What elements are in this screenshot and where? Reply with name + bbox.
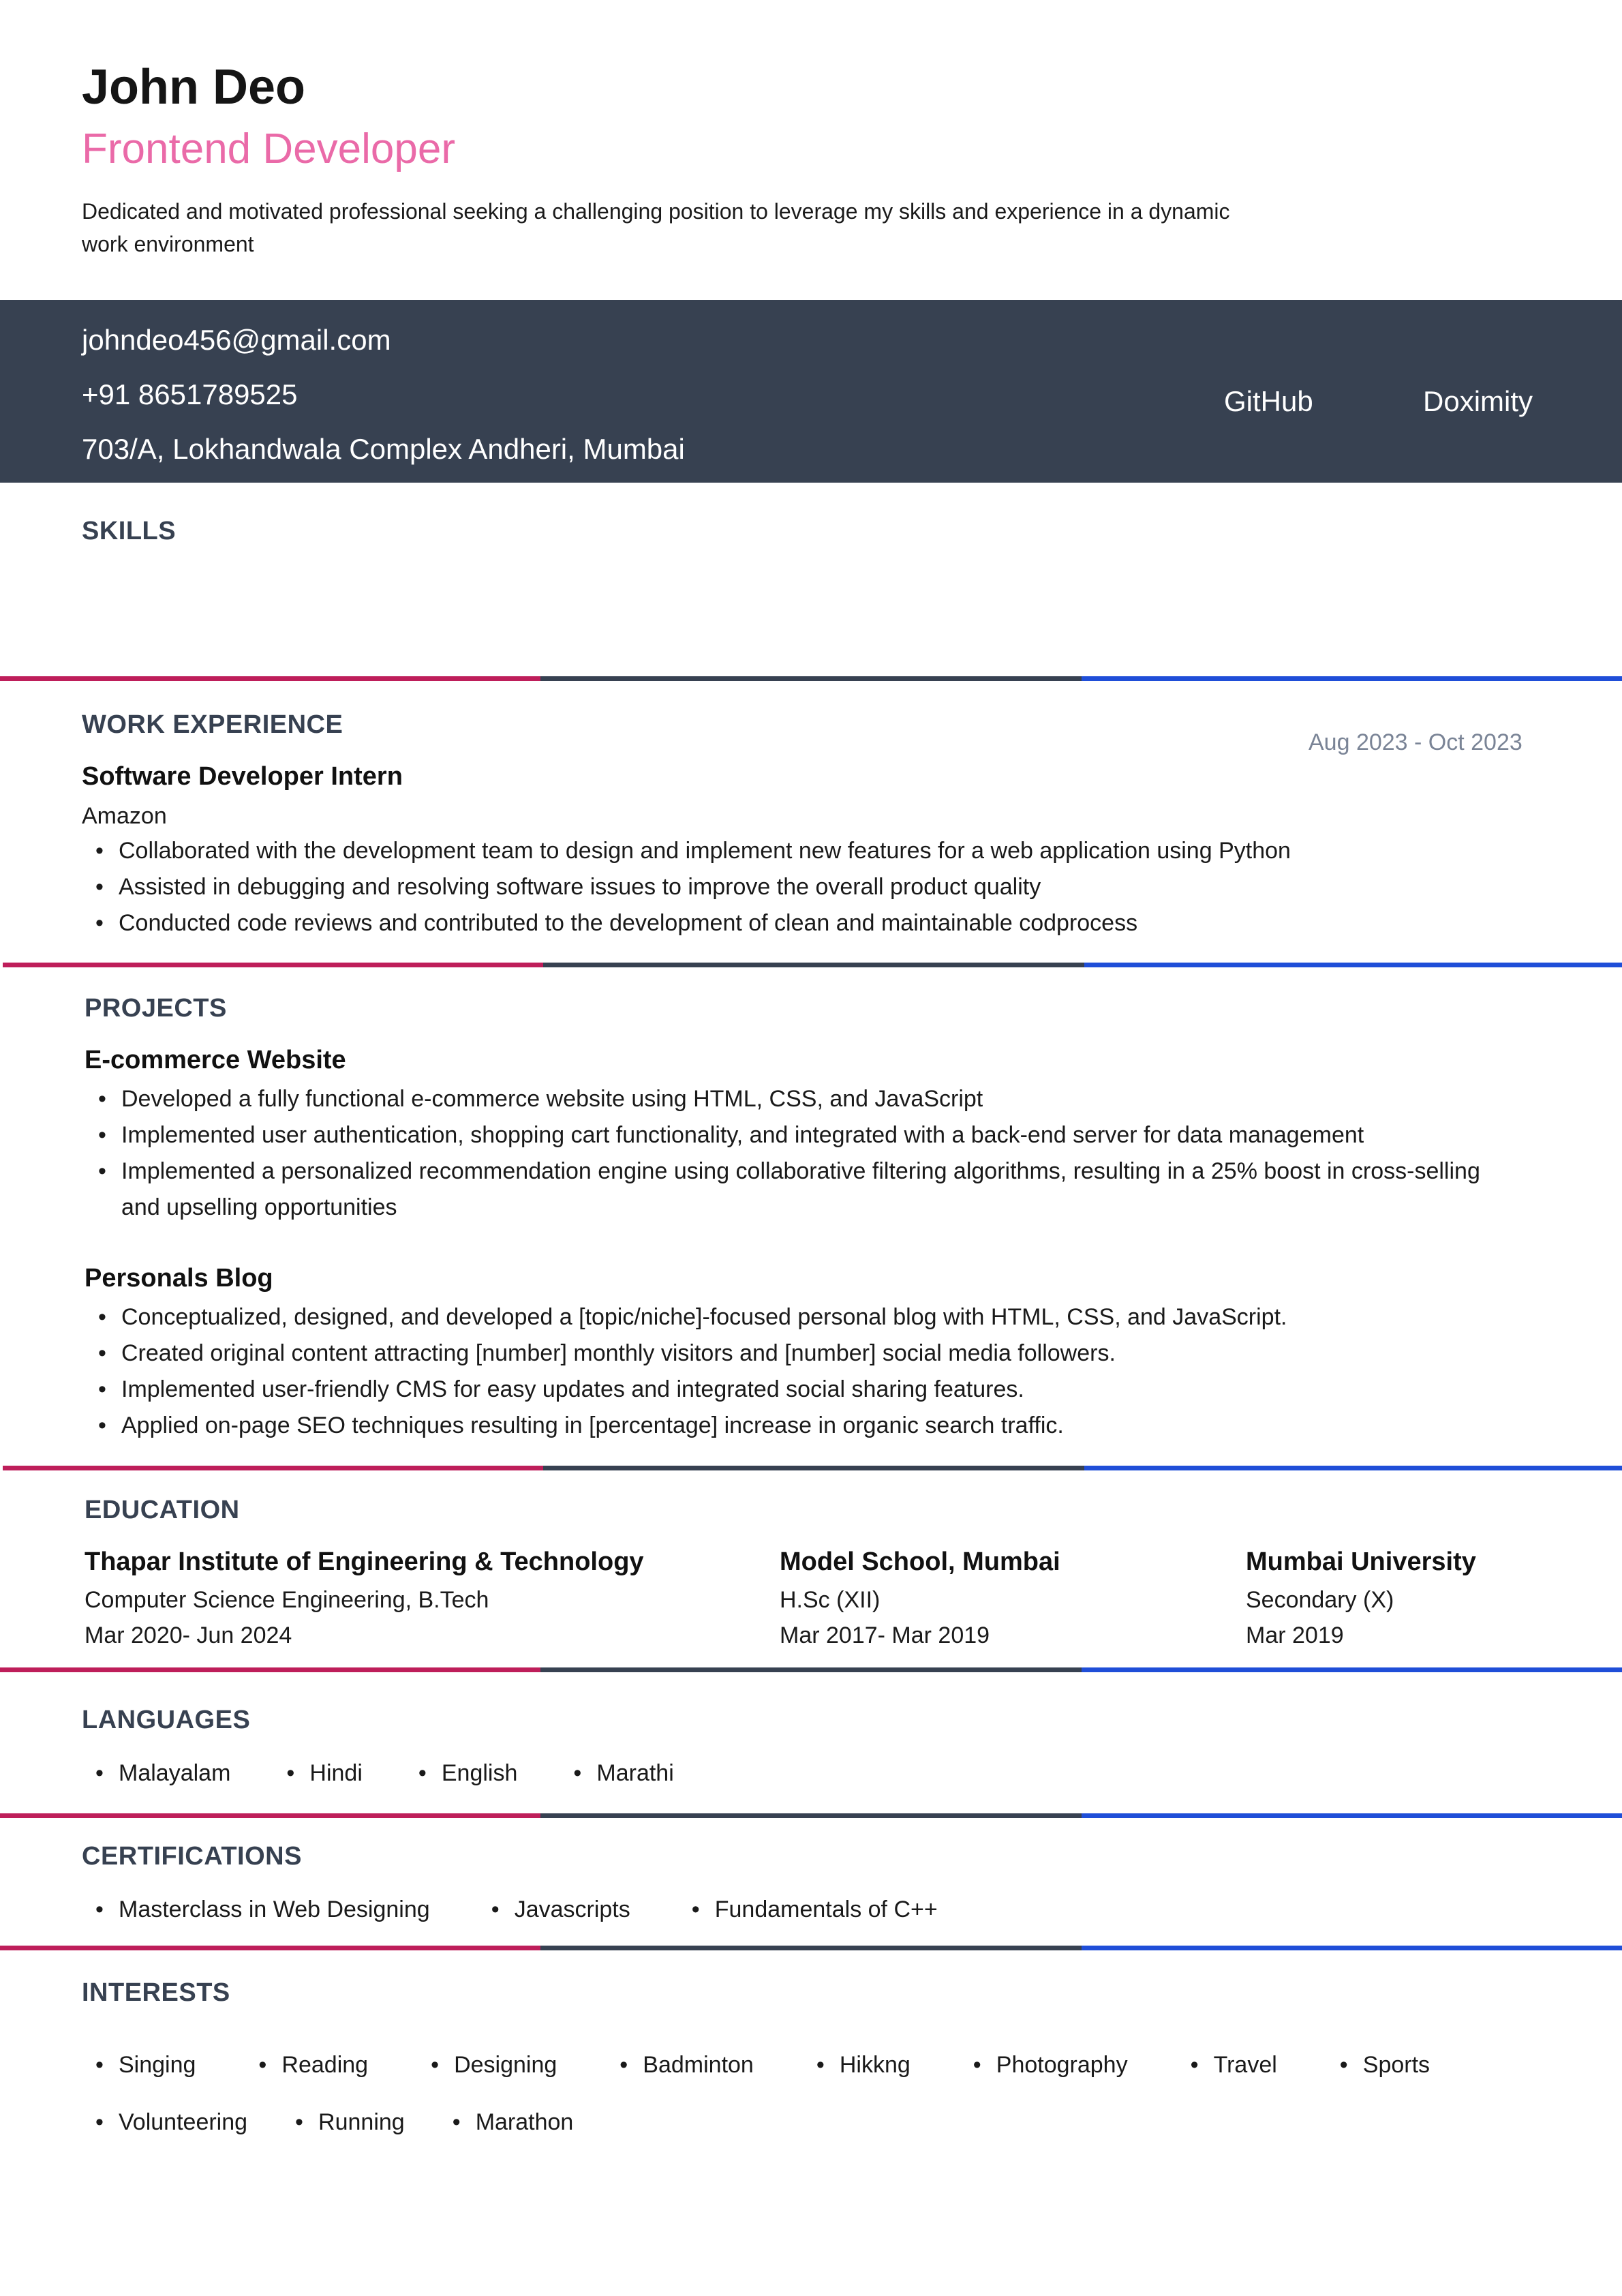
list-item: Photography	[960, 2053, 1128, 2076]
work-experience-heading: WORK EXPERIENCE	[82, 710, 343, 739]
education-heading: EDUCATION	[85, 1496, 240, 1524]
degree-text: Secondary (X)	[1246, 1587, 1394, 1613]
phone-text: +91 8651789525	[82, 378, 298, 410]
section-divider	[0, 1813, 1622, 1818]
project-title: Personals Blog	[85, 1264, 273, 1293]
list-item: Implemented a personalized recommendatio…	[85, 1153, 1502, 1226]
education-dates: Mar 2019	[1246, 1622, 1344, 1648]
list-item: Volunteering	[82, 2111, 247, 2134]
school-name: Thapar Institute of Engineering & Techno…	[85, 1547, 644, 1576]
certifications-heading: CERTIFICATIONS	[82, 1842, 302, 1871]
list-item: Masterclass in Web Designing	[82, 1898, 430, 1921]
school-name: Mumbai University	[1246, 1547, 1476, 1576]
list-item: Designing	[417, 2053, 557, 2076]
list-item: Fundamentals of C++	[678, 1898, 938, 1921]
list-item: Implemented user authentication, shoppin…	[85, 1117, 1502, 1153]
list-item: Marathon	[439, 2111, 574, 2134]
email-text[interactable]: johndeo456@gmail.com	[82, 326, 391, 354]
list-item: Applied on-page SEO techniques resulting…	[85, 1408, 1550, 1444]
company-name: Amazon	[82, 803, 167, 829]
school-name: Model School, Mumbai	[780, 1547, 1060, 1576]
project-bullets: Conceptualized, designed, and developed …	[85, 1299, 1550, 1444]
interests-heading: INTERESTS	[82, 1978, 230, 2007]
list-item: Running	[281, 2111, 405, 2134]
list-item: Collaborated with the development team t…	[82, 833, 1547, 869]
list-item: Travel	[1177, 2053, 1277, 2076]
list-item: Marathi	[560, 1762, 673, 1785]
list-item: Conducted code reviews and contributed t…	[82, 905, 1547, 941]
list-item: Singing	[82, 2053, 196, 2076]
skills-heading: SKILLS	[82, 517, 177, 545]
profile-summary: Dedicated and motivated professional see…	[82, 199, 1230, 256]
section-divider	[3, 1466, 1622, 1470]
projects-heading: PROJECTS	[85, 994, 227, 1023]
list-item: Created original content attracting [num…	[85, 1335, 1550, 1372]
certifications-list: Masterclass in Web Designing Javascripts…	[82, 1898, 938, 1921]
address-text: 703/A, Lokhandwala Complex Andheri, Mumb…	[82, 433, 685, 465]
list-item: Hindi	[273, 1762, 362, 1785]
interests-list: Singing Reading Designing Badminton Hikk…	[82, 2053, 1567, 2134]
list-item: Malayalam	[82, 1762, 230, 1785]
languages-heading: LANGUAGES	[82, 1706, 251, 1734]
section-divider	[0, 676, 1622, 681]
doximity-link[interactable]: Doximity	[1423, 387, 1533, 416]
candidate-name: John Deo	[82, 60, 306, 115]
section-divider	[0, 1946, 1622, 1950]
job-role: Frontend Developer	[82, 125, 455, 172]
languages-list: Malayalam Hindi English Marathi	[82, 1762, 674, 1785]
education-dates: Mar 2017- Mar 2019	[780, 1622, 990, 1648]
github-link[interactable]: GitHub	[1224, 387, 1313, 416]
degree-text: H.Sc (XII)	[780, 1587, 881, 1613]
list-item: Hikkng	[803, 2053, 911, 2076]
list-item: Badminton	[606, 2053, 754, 2076]
section-divider	[3, 963, 1622, 967]
degree-text: Computer Science Engineering, B.Tech	[85, 1587, 489, 1613]
job-dates: Aug 2023 - Oct 2023	[1309, 729, 1522, 755]
project-bullets: Developed a fully functional e-commerce …	[85, 1081, 1502, 1226]
list-item: Javascripts	[478, 1898, 630, 1921]
section-divider	[0, 1667, 1622, 1672]
list-item: Assisted in debugging and resolving soft…	[82, 869, 1547, 905]
list-item: Implemented user-friendly CMS for easy u…	[85, 1372, 1550, 1408]
list-item: Conceptualized, designed, and developed …	[85, 1299, 1550, 1335]
job-title: Software Developer Intern	[82, 762, 403, 791]
job-bullets: Collaborated with the development team t…	[82, 833, 1547, 941]
list-item: English	[405, 1762, 518, 1785]
project-title: E-commerce Website	[85, 1046, 346, 1074]
education-dates: Mar 2020- Jun 2024	[85, 1622, 292, 1648]
list-item: Reading	[245, 2053, 368, 2076]
list-item: Developed a fully functional e-commerce …	[85, 1081, 1502, 1117]
list-item: Sports	[1326, 2053, 1430, 2076]
